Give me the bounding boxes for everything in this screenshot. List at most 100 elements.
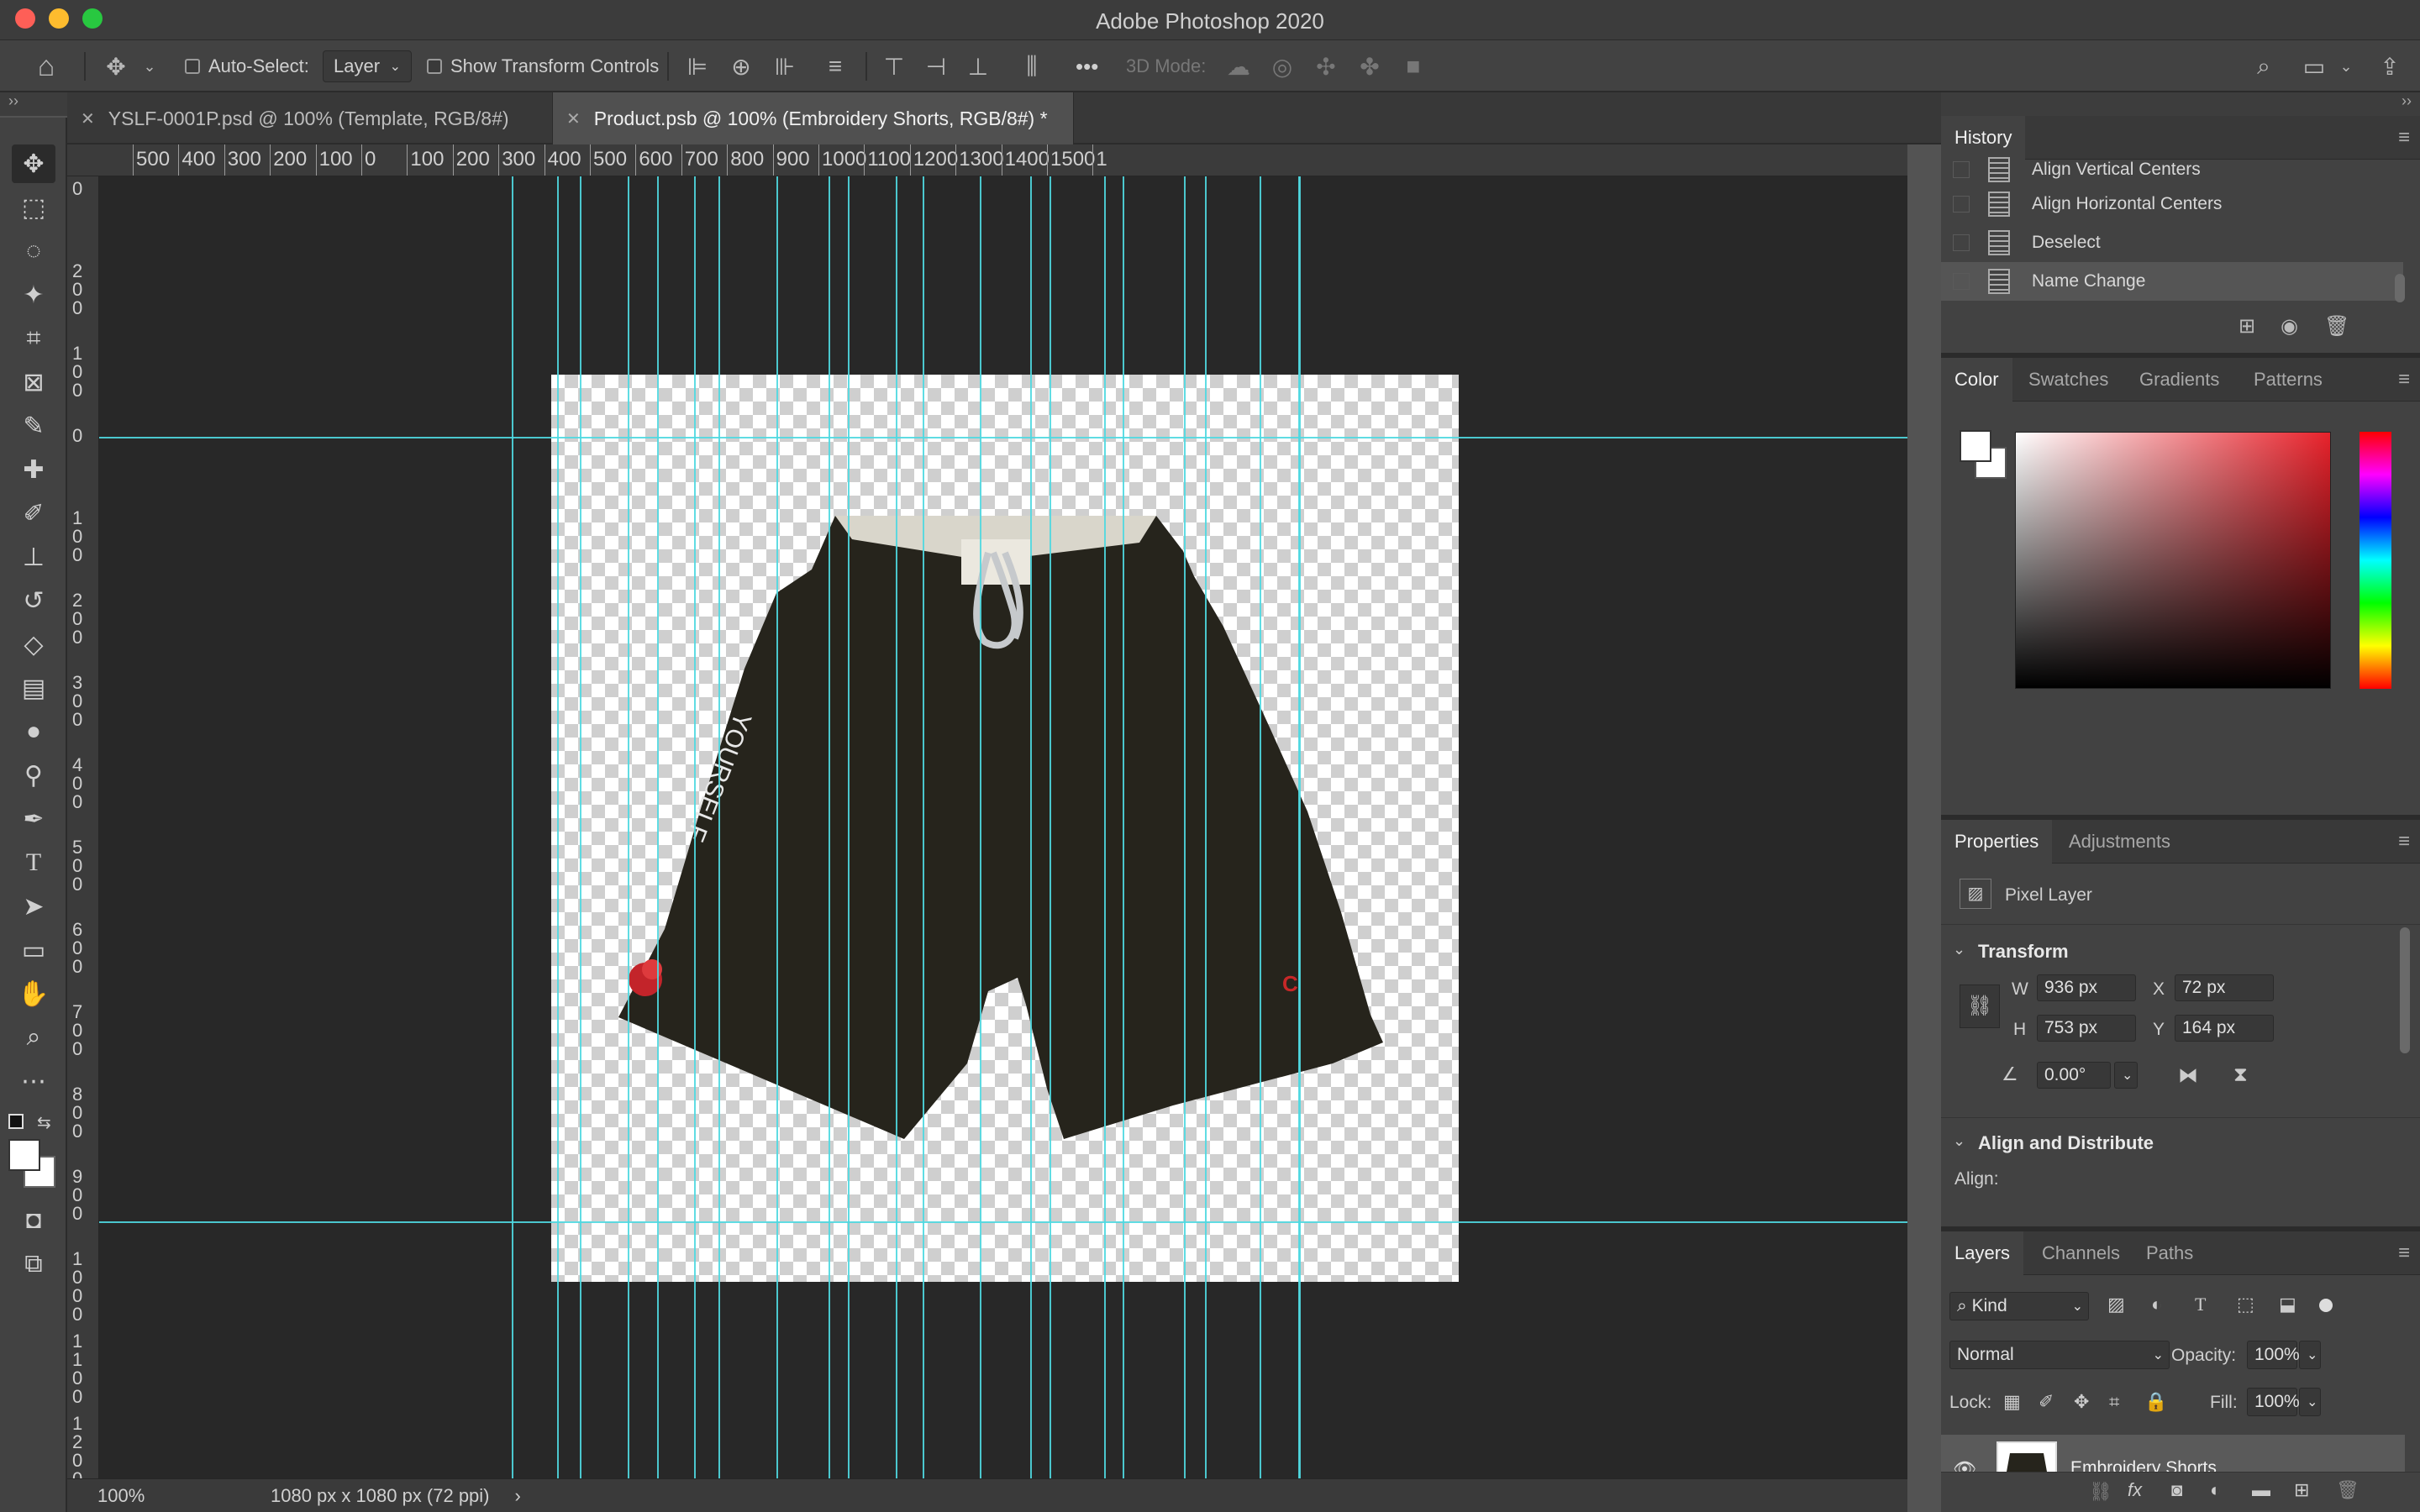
snapshot-icon[interactable]: ◉ bbox=[2281, 314, 2298, 339]
vertical-guide[interactable] bbox=[1184, 176, 1186, 1478]
filter-toggle[interactable] bbox=[2319, 1299, 2333, 1312]
tab-properties[interactable]: Properties bbox=[1941, 820, 2053, 864]
vertical-guide[interactable] bbox=[1030, 176, 1032, 1478]
chevron-down-icon[interactable]: ⌄ bbox=[1953, 941, 1965, 958]
history-item[interactable]: Align Vertical Centers bbox=[1941, 155, 2403, 185]
panel-menu-icon[interactable]: ≡ bbox=[2398, 1242, 2410, 1265]
close-icon[interactable]: ✕ bbox=[566, 108, 581, 129]
horizontal-ruler[interactable]: 500 400 300 200 100 0 100 200 300 400 500 600 700 800… bbox=[67, 144, 1907, 176]
foreground-color-swatch[interactable] bbox=[1960, 430, 1991, 462]
crop-tool-icon[interactable]: ⌗ bbox=[12, 319, 55, 358]
roll-icon[interactable]: ◎ bbox=[1265, 40, 1299, 92]
distribute-vertical-icon[interactable]: ⫼ bbox=[1015, 40, 1049, 92]
blend-mode-dropdown[interactable]: Normal ⌄ bbox=[1949, 1341, 2170, 1369]
lock-position-icon[interactable]: ✥ bbox=[2074, 1391, 2089, 1413]
path-selection-icon[interactable]: ➤ bbox=[12, 887, 55, 926]
chevron-down-icon[interactable]: ⌄ bbox=[2114, 1062, 2138, 1089]
chevron-down-icon[interactable]: ⌄ bbox=[2299, 1341, 2321, 1369]
vertical-guide[interactable] bbox=[776, 176, 778, 1478]
frame-tool-icon[interactable]: ⊠ bbox=[12, 363, 55, 402]
default-colors-icon[interactable] bbox=[8, 1114, 24, 1129]
vertical-guide[interactable] bbox=[718, 176, 720, 1478]
type-filter-icon[interactable]: T bbox=[2195, 1294, 2206, 1315]
tab-gradients[interactable]: Gradients bbox=[2126, 358, 2233, 402]
link-layers-icon[interactable]: ⛓ bbox=[2089, 1481, 2112, 1503]
stamp-tool-icon[interactable]: ⊥ bbox=[12, 538, 55, 576]
rectangle-tool-icon[interactable]: ▭ bbox=[12, 931, 55, 969]
history-item-selected[interactable]: Name Change bbox=[1941, 262, 2403, 301]
tab-color[interactable]: Color bbox=[1941, 358, 2012, 402]
add-mask-icon[interactable]: ◙ bbox=[2171, 1479, 2182, 1501]
vertical-guide[interactable] bbox=[657, 176, 659, 1478]
panel-menu-icon[interactable]: ≡ bbox=[2398, 368, 2410, 391]
hue-slider[interactable] bbox=[2360, 432, 2391, 689]
workspace-icon[interactable]: ▭ bbox=[2296, 40, 2333, 92]
tab-adjustments[interactable]: Adjustments bbox=[2055, 820, 2184, 864]
tab-swatches[interactable]: Swatches bbox=[2015, 358, 2122, 402]
y-field[interactable]: 164 px bbox=[2175, 1015, 2274, 1042]
tab-product[interactable]: ✕ Product.psb @ 100% (Embroidery Shorts,… bbox=[553, 92, 1074, 144]
vertical-ruler[interactable]: 0 2 0 0 1 0 0 0 1 0 0 2 0 0 3 0 0 4 0 0 5 0 0 6 0… bbox=[67, 176, 99, 1478]
smart-object-filter-icon[interactable]: ⬓ bbox=[2279, 1294, 2296, 1315]
history-scrollbar[interactable] bbox=[2395, 274, 2405, 302]
align-center-icon[interactable]: ⊕ bbox=[724, 40, 758, 92]
adjustment-filter-icon[interactable]: ◐ bbox=[2151, 1294, 2162, 1315]
flip-horizontal-icon[interactable]: ⧓ bbox=[2178, 1063, 2198, 1088]
eyedropper-icon[interactable]: ✎ bbox=[12, 407, 55, 445]
history-item[interactable]: Deselect bbox=[1941, 223, 2403, 262]
pixel-filter-icon[interactable]: ▨ bbox=[2107, 1294, 2125, 1315]
width-field[interactable]: 936 px bbox=[2037, 974, 2136, 1001]
chevron-down-icon[interactable]: ⌄ bbox=[1953, 1132, 1965, 1150]
color-field[interactable] bbox=[2015, 432, 2331, 689]
chevron-down-icon[interactable]: ⌄ bbox=[2299, 1388, 2321, 1416]
brush-tool-icon[interactable]: ✐ bbox=[12, 494, 55, 533]
quick-mask-icon[interactable]: ◘ bbox=[12, 1201, 55, 1240]
healing-brush-icon[interactable]: ✚ bbox=[12, 450, 55, 489]
vertical-guide[interactable] bbox=[1050, 176, 1051, 1478]
trash-icon[interactable]: 🗑 bbox=[2336, 1479, 2360, 1501]
vertical-guide[interactable] bbox=[628, 176, 629, 1478]
chevron-down-icon[interactable]: ⌄ bbox=[2336, 40, 2356, 92]
angle-field[interactable]: 0.00° bbox=[2037, 1062, 2111, 1089]
zoom-level[interactable]: 100% bbox=[97, 1485, 205, 1507]
foreground-color-swatch[interactable] bbox=[8, 1139, 40, 1171]
vertical-guide[interactable] bbox=[580, 176, 581, 1478]
adjustment-layer-icon[interactable]: ◐ bbox=[2210, 1479, 2221, 1501]
lock-transparency-icon[interactable]: ▦ bbox=[2003, 1391, 2021, 1413]
chevron-down-icon[interactable]: ⌄ bbox=[139, 40, 160, 92]
vertical-guide[interactable] bbox=[512, 176, 513, 1478]
marquee-tool-icon[interactable]: ⬚ bbox=[12, 188, 55, 227]
orbit-icon[interactable]: ☁ bbox=[1222, 40, 1255, 92]
link-icon[interactable]: ⛓ bbox=[1960, 984, 2000, 1028]
flip-vertical-icon[interactable]: ⧗ bbox=[2233, 1063, 2248, 1087]
panel-menu-icon[interactable]: ≡ bbox=[2398, 126, 2410, 150]
vertical-guide[interactable] bbox=[1104, 176, 1106, 1478]
properties-scrollbar[interactable] bbox=[2400, 927, 2410, 1053]
trash-icon[interactable]: 🗑 bbox=[2324, 314, 2349, 339]
blur-tool-icon[interactable]: ● bbox=[12, 712, 55, 751]
vertical-guide[interactable] bbox=[1298, 176, 1300, 1478]
tab-layers[interactable]: Layers bbox=[1941, 1231, 2024, 1275]
vertical-guide[interactable] bbox=[1205, 176, 1207, 1478]
vertical-guide[interactable] bbox=[923, 176, 924, 1478]
align-middle-icon[interactable]: ⊣ bbox=[919, 40, 953, 92]
close-icon[interactable]: ✕ bbox=[81, 108, 95, 129]
height-field[interactable]: 753 px bbox=[2037, 1015, 2136, 1042]
share-icon[interactable]: ⇪ bbox=[2371, 40, 2408, 92]
vertical-guide[interactable] bbox=[980, 176, 981, 1478]
opacity-field[interactable]: 100% bbox=[2247, 1341, 2300, 1369]
shape-filter-icon[interactable]: ⬚ bbox=[2237, 1294, 2254, 1315]
lasso-tool-icon[interactable]: ◌ bbox=[12, 232, 55, 270]
toolbar-collapse-strip[interactable]: ›› bbox=[0, 92, 67, 116]
tab-template[interactable]: ✕ YSLF-0001P.psd @ 100% (Template, RGB/8… bbox=[67, 92, 553, 144]
type-tool-icon[interactable]: T bbox=[12, 843, 55, 882]
tab-history[interactable]: History bbox=[1941, 116, 2026, 160]
move-tool-icon[interactable]: ✥ bbox=[12, 144, 55, 183]
history-brush-icon[interactable]: ↺ bbox=[12, 581, 55, 620]
lock-all-icon[interactable]: 🔒 bbox=[2144, 1391, 2167, 1413]
zoom-tool-icon[interactable]: ⌕ bbox=[12, 1018, 55, 1057]
tab-channels[interactable]: Channels bbox=[2028, 1231, 2133, 1275]
align-bottom-icon[interactable]: ⊥ bbox=[961, 40, 995, 92]
fill-field[interactable]: 100% bbox=[2247, 1388, 2300, 1416]
magic-wand-icon[interactable]: ✦ bbox=[12, 276, 55, 314]
